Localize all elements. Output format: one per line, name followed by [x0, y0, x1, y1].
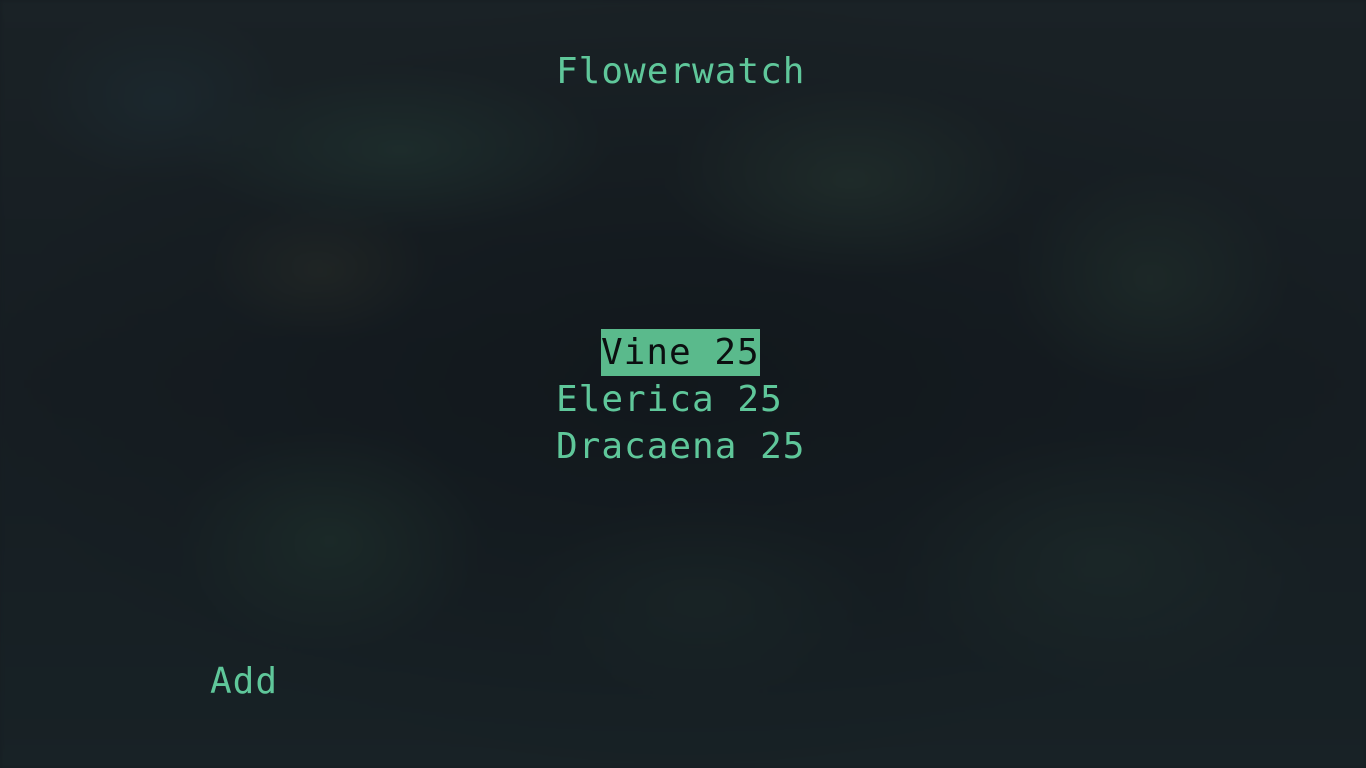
- plant-list-item-label: Vine 25: [601, 329, 760, 376]
- plant-list-item[interactable]: Elerica 25: [556, 376, 816, 423]
- plant-list-item[interactable]: Dracaena 25: [556, 423, 816, 470]
- app-title: Flowerwatch: [556, 51, 806, 92]
- plant-list-item-label: Elerica 25: [556, 379, 783, 420]
- plant-list-item-selected[interactable]: Vine 25: [556, 329, 816, 376]
- add-button[interactable]: Add: [210, 660, 278, 704]
- plant-list: Vine 25 Elerica 25 Dracaena 25: [556, 329, 816, 470]
- plant-list-item-label: Dracaena 25: [556, 426, 806, 467]
